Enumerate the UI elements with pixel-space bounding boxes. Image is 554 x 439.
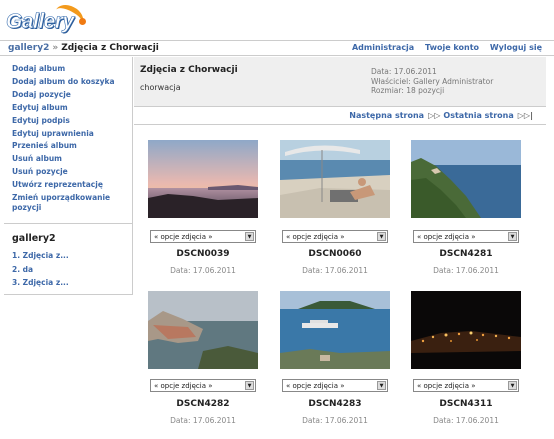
album-description: chorwacja	[140, 83, 181, 92]
thumbnail-old-town[interactable]	[148, 291, 258, 369]
action-add-album-to-cart[interactable]: Dodaj album do koszyka	[12, 76, 132, 89]
album-header: Zdjęcia z Chorwacji chorwacja Data: 17.0…	[134, 57, 546, 107]
album-info: Data: 17.06.2011 Właściciel: Gallery Adm…	[371, 67, 493, 96]
chevron-down-icon: ▼	[508, 232, 517, 241]
item-caption[interactable]: DSCN4282	[148, 399, 258, 409]
next-page-icon[interactable]: ▷▷	[428, 111, 440, 120]
item-date: Data: 17.06.2011	[170, 266, 236, 275]
sidebar-title: gallery2	[12, 233, 56, 244]
top-links: Administracja Twoje konto Wyloguj się	[344, 43, 542, 52]
admin-link[interactable]: Administracja	[352, 43, 414, 52]
action-add-album[interactable]: Dodaj album	[12, 63, 132, 76]
item-caption[interactable]: DSCN4283	[280, 399, 390, 409]
photo-options-select[interactable]: « opcje zdjęcia » ▼	[282, 230, 388, 243]
sidebar-album-item[interactable]: 2. da	[12, 263, 69, 277]
item-date: Data: 17.06.2011	[170, 416, 236, 425]
photo-options-select[interactable]: « opcje zdjęcia » ▼	[413, 230, 519, 243]
breadcrumb: gallery2» Zdjęcia z Chorwacji	[8, 43, 159, 53]
logo-text: Gallery	[6, 10, 75, 34]
chevron-down-icon: ▼	[377, 232, 386, 241]
breadcrumb-current: Zdjęcia z Chorwacji	[61, 43, 159, 53]
thumbnail-sunset-sea[interactable]	[148, 140, 258, 218]
album-date: Data: 17.06.2011	[371, 67, 437, 76]
item-date: Data: 17.06.2011	[433, 266, 499, 275]
sidebar-divider	[4, 223, 133, 224]
item-date: Data: 17.06.2011	[433, 416, 499, 425]
chevron-down-icon: ▼	[508, 381, 517, 390]
album-size: Rozmiar: 18 pozycji	[371, 86, 445, 95]
next-page-link[interactable]: Następna strona	[349, 111, 424, 120]
thumbnail-island-ship[interactable]	[280, 291, 390, 369]
action-edit-caption[interactable]: Edytuj podpis	[12, 115, 132, 128]
sidebar-album-item[interactable]: 1. Zdjęcia z...	[12, 249, 69, 263]
action-create-thumbnail[interactable]: Utwórz reprezentację	[12, 179, 132, 192]
photo-options-select[interactable]: « opcje zdjęcia » ▼	[413, 379, 519, 392]
logo-dot-icon	[79, 18, 86, 25]
action-move-album[interactable]: Przenieś album	[12, 140, 132, 153]
action-delete-items[interactable]: Usuń pozycje	[12, 166, 132, 179]
chevron-down-icon: ▼	[377, 381, 386, 390]
account-link[interactable]: Twoje konto	[425, 43, 479, 52]
breadcrumb-root-link[interactable]: gallery2	[8, 43, 49, 53]
thumbnail-beach-umbrella[interactable]	[280, 140, 390, 218]
breadcrumb-separator: »	[52, 43, 59, 53]
item-date: Data: 17.06.2011	[302, 266, 368, 275]
action-edit-album[interactable]: Edytuj album	[12, 102, 132, 115]
album-owner: Właściciel: Gallery Administrator	[371, 76, 494, 86]
last-page-link[interactable]: Ostatnia strona	[443, 111, 513, 120]
sidebar-album-list: 1. Zdjęcia z... 2. da 3. Zdjęcia z...	[12, 249, 69, 290]
action-edit-permissions[interactable]: Edytuj uprawnienia	[12, 128, 132, 141]
photo-options-select[interactable]: « opcje zdjęcia » ▼	[150, 379, 256, 392]
gallery-logo[interactable]: Gallery	[6, 0, 88, 38]
item-date: Data: 17.06.2011	[302, 416, 368, 425]
item-caption[interactable]: DSCN0060	[280, 249, 390, 259]
photo-options-select[interactable]: « opcje zdjęcia » ▼	[150, 230, 256, 243]
sidebar: Dodaj album Dodaj album do koszyka Dodaj…	[4, 57, 133, 295]
photo-options-select[interactable]: « opcje zdjęcia » ▼	[282, 379, 388, 392]
action-add-items[interactable]: Dodaj pozycje	[12, 89, 132, 102]
item-caption[interactable]: DSCN4281	[411, 249, 521, 259]
action-reorder-items[interactable]: Zmień uporządkowanie pozycji	[12, 193, 132, 213]
nav-links: Następna strona ▷▷ Ostatnia strona ▷▷|	[349, 111, 536, 120]
logout-link[interactable]: Wyloguj się	[490, 43, 542, 52]
thumbnail-coastline[interactable]	[411, 140, 521, 218]
chevron-down-icon: ▼	[245, 232, 254, 241]
page-navigation: Następna strona ▷▷ Ostatnia strona ▷▷|	[134, 107, 546, 125]
sidebar-actions: Dodaj album Dodaj album do koszyka Dodaj…	[4, 57, 132, 213]
album-title: Zdjęcia z Chorwacji	[140, 65, 238, 75]
thumbnail-night-lights[interactable]	[411, 291, 521, 369]
top-bar: gallery2» Zdjęcia z Chorwacji Administrac…	[0, 40, 554, 56]
chevron-down-icon: ▼	[245, 381, 254, 390]
item-caption[interactable]: DSCN0039	[148, 249, 258, 259]
item-caption[interactable]: DSCN4311	[411, 399, 521, 409]
action-delete-album[interactable]: Usuń album	[12, 153, 132, 166]
last-page-icon[interactable]: ▷▷|	[518, 111, 533, 120]
sidebar-album-item[interactable]: 3. Zdjęcia z...	[12, 276, 69, 290]
